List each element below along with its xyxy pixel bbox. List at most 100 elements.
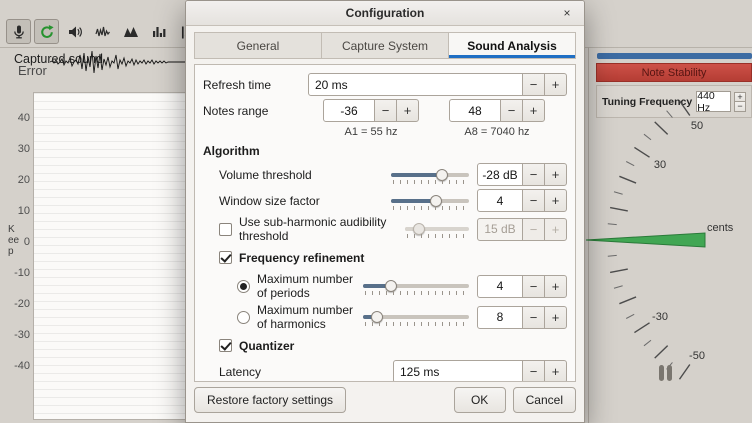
volume-threshold-value[interactable]: -28 dB: [477, 163, 523, 186]
subharmonic-decrement-button: −: [522, 218, 545, 241]
max-periods-value[interactable]: 4: [477, 275, 523, 298]
notes-range-min-decrement-button[interactable]: −: [374, 99, 397, 122]
sound-analysis-panel: Refresh time 20 ms − + Notes range -36 −…: [194, 64, 576, 382]
gauge-foot-mark-left: [659, 365, 664, 381]
gauge-needle: [586, 233, 705, 247]
window-size-factor-slider[interactable]: [391, 192, 469, 210]
axis-label: 30: [18, 144, 30, 155]
notes-range-max-input[interactable]: 48: [449, 99, 501, 122]
volume-threshold-decrement-button[interactable]: −: [522, 163, 545, 186]
axis-label: -40: [14, 361, 30, 372]
max-periods-decrement-button[interactable]: −: [522, 275, 545, 298]
refresh-time-label: Refresh time: [203, 78, 308, 92]
axis-label: 10: [18, 206, 30, 217]
tab-sound-analysis[interactable]: Sound Analysis: [448, 32, 576, 59]
histogram-icon: [151, 24, 167, 40]
volume-threshold-slider[interactable]: [391, 166, 469, 184]
max-harmonics-decrement-button[interactable]: −: [522, 306, 545, 329]
max-periods-radio[interactable]: [237, 280, 250, 293]
histogram-view-button[interactable]: [146, 19, 171, 44]
volume-threshold-row: Volume threshold -28 dB − +: [203, 163, 567, 186]
refresh-time-decrement-button[interactable]: −: [522, 73, 545, 96]
notes-range-min-increment-button[interactable]: +: [396, 99, 419, 122]
subharmonic-slider: [405, 220, 469, 238]
capture-sound-button[interactable]: [6, 19, 31, 44]
frequency-refinement-label: Frequency refinement: [239, 251, 567, 265]
max-harmonics-value[interactable]: 8: [477, 306, 523, 329]
restore-factory-settings-button[interactable]: Restore factory settings: [194, 387, 346, 413]
volume-threshold-label: Volume threshold: [219, 168, 391, 182]
notes-range-min-input[interactable]: -36: [323, 99, 375, 122]
auto-refresh-button[interactable]: [34, 19, 59, 44]
notes-range-label: Notes range: [203, 104, 323, 118]
max-harmonics-radio[interactable]: [237, 311, 250, 324]
latency-increment-button[interactable]: +: [544, 360, 567, 382]
spectrum-view-button[interactable]: [118, 19, 143, 44]
note-stability-bar: Note Stability: [596, 63, 752, 82]
axis-label: -30: [14, 330, 30, 341]
dialog-tabs: General Capture System Sound Analysis: [194, 32, 576, 59]
max-periods-row: Maximum number of periods 4 − +: [203, 272, 567, 300]
max-periods-increment-button[interactable]: +: [544, 275, 567, 298]
dialog-button-row: Restore factory settings OK Cancel: [186, 387, 584, 422]
axis-label: -10: [14, 268, 30, 279]
subharmonic-row: Use sub-harmonic audibility threshold 15…: [203, 215, 567, 243]
tab-general[interactable]: General: [194, 32, 322, 59]
close-icon[interactable]: ×: [559, 5, 575, 21]
volume-threshold-increment-button[interactable]: +: [544, 163, 567, 186]
tab-capture-system[interactable]: Capture System: [321, 32, 449, 59]
max-periods-slider[interactable]: [363, 277, 469, 295]
axis-label: 0: [24, 237, 30, 248]
waveform-view-button[interactable]: [90, 19, 115, 44]
error-axis: 40 30 20 10 0 -10 -20 -30 -40: [4, 90, 30, 390]
app-window: |f| μ Captured sound Error Keep 40 30 20…: [0, 0, 752, 423]
gauge-label-plus30: 30: [654, 159, 666, 171]
cancel-button[interactable]: Cancel: [513, 387, 576, 413]
dialog-title: Configuration: [346, 6, 425, 20]
slider-handle[interactable]: [436, 169, 448, 181]
spectrum-icon: [123, 24, 139, 40]
notes-range-max-increment-button[interactable]: +: [522, 99, 545, 122]
slider-handle[interactable]: [430, 195, 442, 207]
max-harmonics-increment-button[interactable]: +: [544, 306, 567, 329]
quantizer-label: Quantizer: [239, 339, 567, 353]
window-size-factor-label: Window size factor: [219, 194, 391, 208]
notes-range-max-hint: A8 = 7040 hz: [449, 126, 545, 138]
slider-handle[interactable]: [371, 311, 383, 323]
window-size-factor-value[interactable]: 4: [477, 189, 523, 212]
error-plot: [33, 92, 186, 420]
frequency-refinement-checkbox[interactable]: [219, 251, 232, 264]
gauge-label-minus30: -30: [652, 311, 668, 323]
subharmonic-increment-button: +: [544, 218, 567, 241]
latency-decrement-button[interactable]: −: [522, 360, 545, 382]
window-size-factor-row: Window size factor 4 − +: [203, 189, 567, 212]
note-stability-label: Note Stability: [642, 67, 707, 79]
dialog-titlebar[interactable]: Configuration ×: [186, 1, 584, 26]
quantizer-checkbox[interactable]: [219, 339, 232, 352]
sound-output-button[interactable]: [62, 19, 87, 44]
latency-input[interactable]: 125 ms: [393, 360, 523, 382]
captured-sound-label: Captured sound: [14, 52, 103, 66]
max-harmonics-slider[interactable]: [363, 308, 469, 326]
refresh-time-input[interactable]: 20 ms: [308, 73, 523, 96]
ok-button[interactable]: OK: [454, 387, 506, 413]
latency-row: Latency 125 ms − +: [203, 360, 567, 382]
subharmonic-label: Use sub-harmonic audibility threshold: [239, 215, 405, 243]
gauge-foot-mark-right: [667, 365, 672, 381]
notes-range-row: Notes range -36 − + 48 − +: [203, 99, 567, 122]
subharmonic-checkbox[interactable]: [219, 223, 232, 236]
waveform-icon: [95, 24, 111, 40]
refresh-time-row: Refresh time 20 ms − +: [203, 73, 567, 96]
refresh-time-increment-button[interactable]: +: [544, 73, 567, 96]
max-periods-label: Maximum number of periods: [257, 272, 363, 300]
notes-range-max-decrement-button[interactable]: −: [500, 99, 523, 122]
algorithm-header: Algorithm: [203, 144, 260, 158]
speaker-icon: [67, 24, 83, 40]
gauge-label-plus50: 50: [691, 120, 703, 132]
axis-label: -20: [14, 299, 30, 310]
slider-handle[interactable]: [385, 280, 397, 292]
window-size-factor-increment-button[interactable]: +: [544, 189, 567, 212]
frequency-refinement-row: Frequency refinement: [203, 246, 567, 269]
window-size-factor-decrement-button[interactable]: −: [522, 189, 545, 212]
subharmonic-value: 15 dB: [477, 218, 523, 241]
